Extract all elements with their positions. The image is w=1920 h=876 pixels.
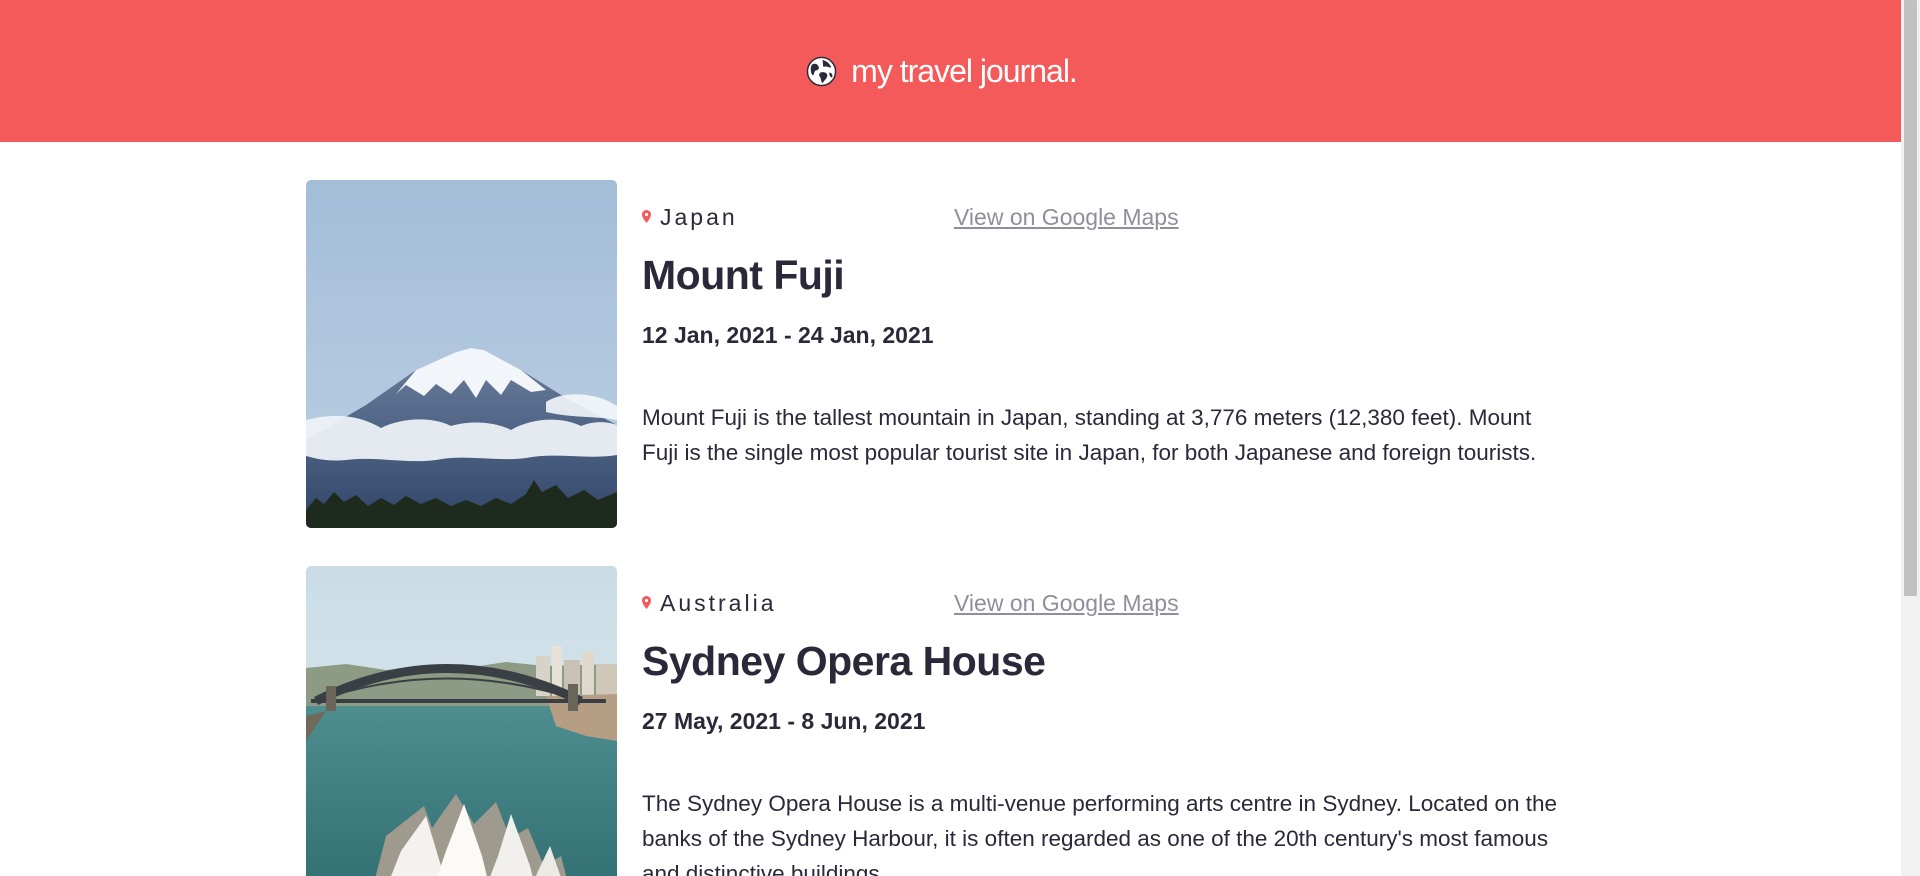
entry-country: Japan <box>660 204 738 230</box>
app-title: my travel journal. <box>851 52 1078 89</box>
location-pin-icon <box>642 210 651 223</box>
scrollbar-thumb[interactable] <box>1904 0 1917 596</box>
entry-info: Australia View on Google Maps Sydney Ope… <box>642 566 1562 876</box>
google-maps-link[interactable]: View on Google Maps <box>954 204 1179 231</box>
mount-fuji-photo <box>306 180 617 528</box>
entry-title: Sydney Opera House <box>642 638 1046 684</box>
entry-country: Australia <box>660 590 777 616</box>
entry-dates: 12 Jan, 2021 - 24 Jan, 2021 <box>642 322 934 348</box>
location-row: Japan View on Google Maps <box>642 180 1562 230</box>
app-header: my travel journal. <box>0 0 1901 142</box>
brand: my travel journal. <box>806 52 1078 90</box>
sydney-opera-house-photo <box>306 566 617 876</box>
entry-description: Mount Fuji is the tallest mountain in Ja… <box>642 405 1537 465</box>
location-pin-icon <box>642 596 651 609</box>
location-row: Australia View on Google Maps <box>642 566 1562 616</box>
page: my travel journal. Japan View on Google … <box>0 0 1901 876</box>
entry-info: Japan View on Google Maps Mount Fuji 12 … <box>642 180 1562 465</box>
entry-title: Mount Fuji <box>642 252 845 298</box>
globe-icon <box>806 56 837 86</box>
google-maps-link[interactable]: View on Google Maps <box>954 590 1179 617</box>
entry-dates: 27 May, 2021 - 8 Jun, 2021 <box>642 708 926 734</box>
vertical-scrollbar[interactable] <box>1901 0 1920 876</box>
entry-description: The Sydney Opera House is a multi-venue … <box>642 791 1558 876</box>
